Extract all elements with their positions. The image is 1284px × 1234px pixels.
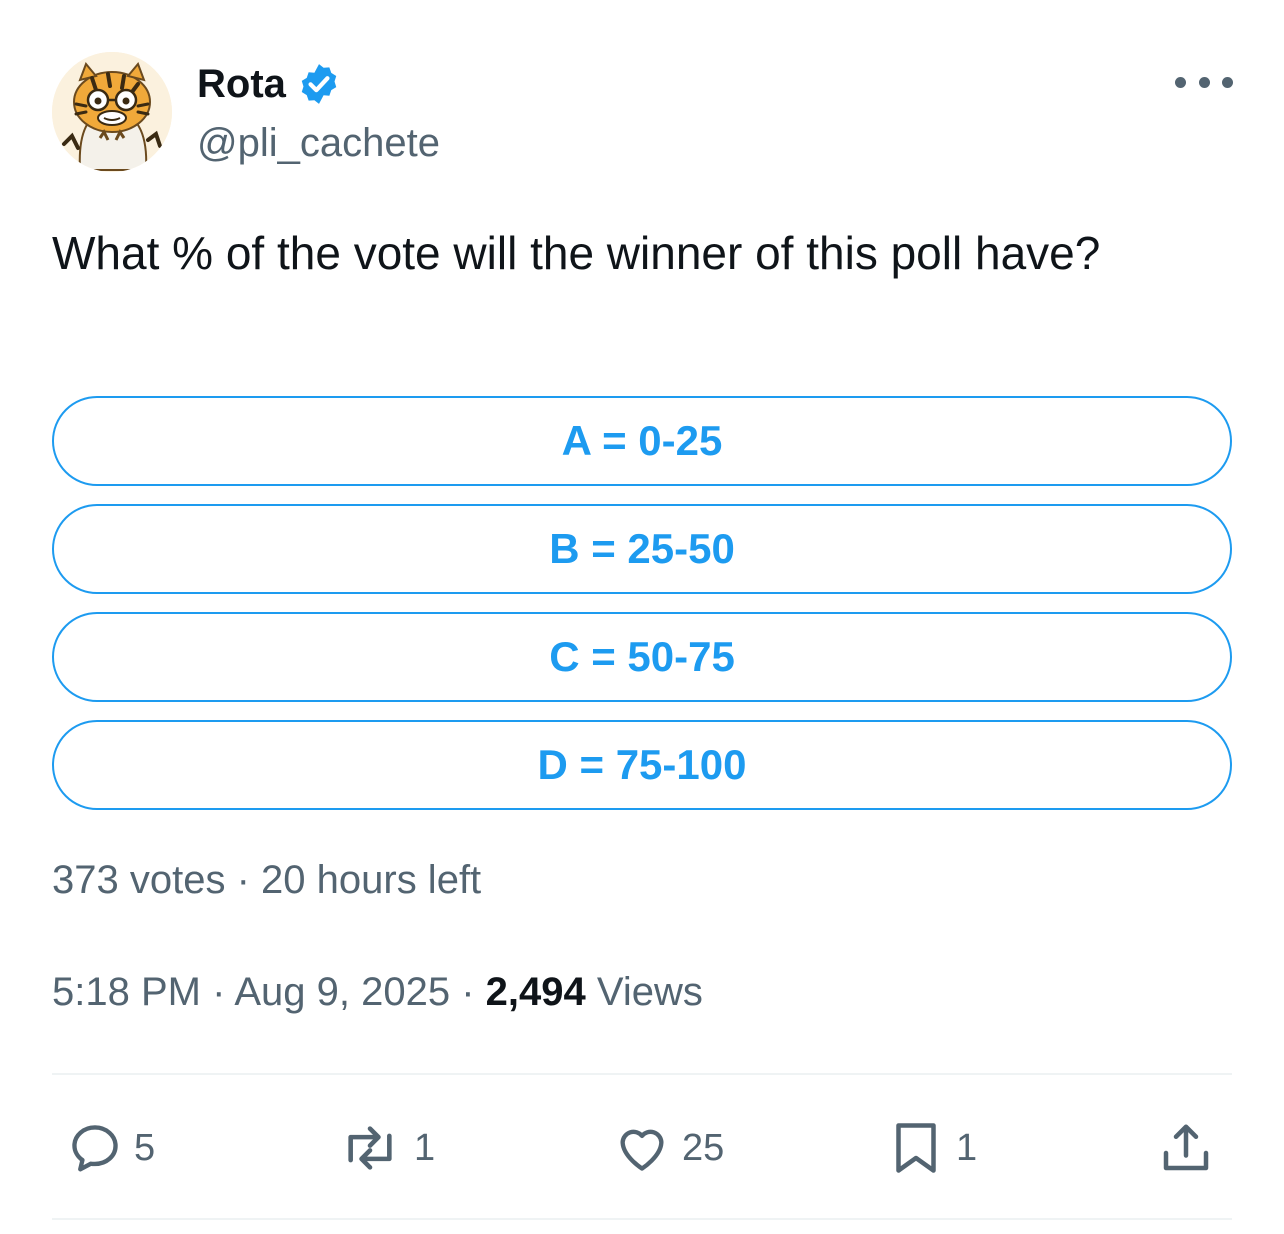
poll-vote-count: 373 votes [52,858,226,902]
poll-meta: 373 votes · 20 hours left [52,854,481,906]
separator-dot: · [236,858,262,902]
poll-option-c[interactable]: C = 50-75 [52,612,1232,702]
separator-dot: · [461,970,486,1014]
tweet-text: What % of the vote will the winner of th… [52,227,1101,279]
repost-button[interactable]: 1 [336,1116,435,1180]
repost-count: 1 [414,1126,436,1169]
avatar[interactable] [52,52,172,172]
tweet-timestamp: 5:18 PM · Aug 9, 2025 · 2,494 Views [52,966,703,1018]
views-count[interactable]: 2,494 [486,970,586,1014]
separator-dot: · [212,970,235,1014]
like-count: 25 [682,1126,725,1169]
tweet-time[interactable]: 5:18 PM [52,970,201,1014]
poll-option-d[interactable]: D = 75-100 [52,720,1232,810]
bookmark-button[interactable]: 1 [886,1116,977,1180]
author-handle[interactable]: @pli_cachete [197,118,440,168]
poll-time-left: 20 hours left [261,858,482,902]
like-icon [612,1119,672,1177]
poll: A = 0-25 B = 25-50 C = 50-75 D = 75-100 [52,396,1232,828]
bookmark-count: 1 [956,1126,978,1169]
reply-icon [66,1119,124,1177]
author-name-row[interactable]: Rota [197,60,342,108]
like-button[interactable]: 25 [612,1116,724,1180]
divider [52,1218,1232,1220]
reply-count: 5 [134,1126,156,1169]
repost-icon [336,1119,404,1177]
poll-option-a[interactable]: A = 0-25 [52,396,1232,486]
reply-button[interactable]: 5 [66,1116,155,1180]
divider [52,1073,1232,1075]
verified-badge-icon [296,61,342,107]
more-icon[interactable] [1175,60,1233,104]
tweet-date[interactable]: Aug 9, 2025 [234,970,450,1014]
share-icon [1156,1118,1216,1178]
poll-option-b[interactable]: B = 25-50 [52,504,1232,594]
views-label: Views [596,970,703,1014]
bookmark-icon [886,1118,946,1178]
author-name[interactable]: Rota [197,60,286,108]
share-button[interactable] [1156,1116,1216,1180]
